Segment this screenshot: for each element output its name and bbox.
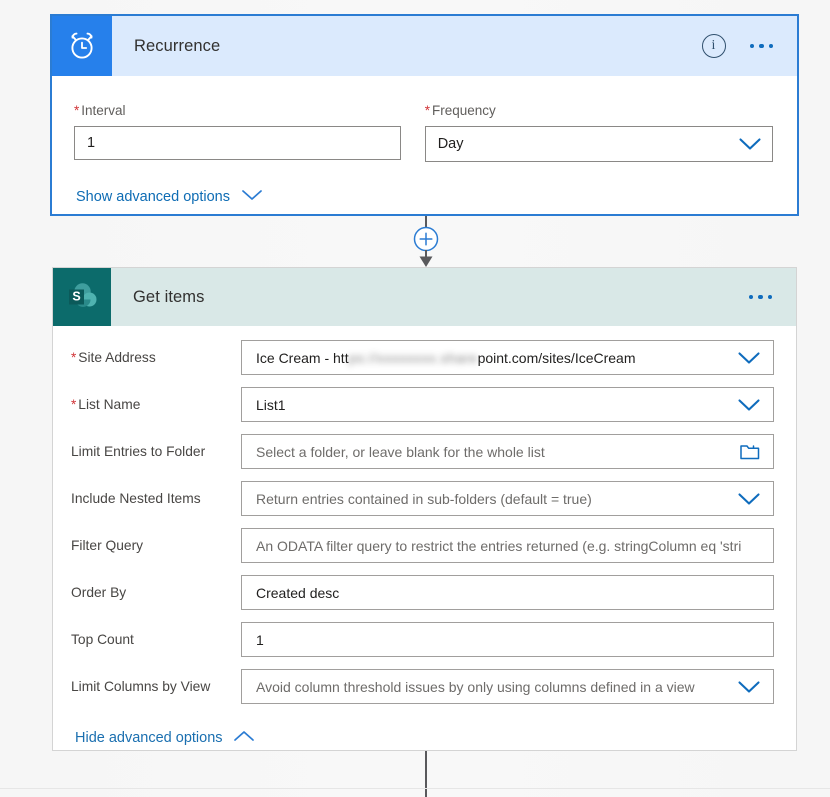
frequency-label: * Frequency <box>424 103 496 118</box>
limit-columns-by-view-dropdown[interactable]: Avoid column threshold issues by only us… <box>241 669 774 704</box>
sharepoint-icon: S <box>53 268 111 326</box>
top-count-input[interactable]: 1 <box>241 622 774 657</box>
chevron-down-icon[interactable] <box>737 351 761 365</box>
interval-label: * Interval <box>74 103 126 118</box>
limit-columns-by-view-label: Limit Columns by View <box>71 679 211 694</box>
add-step-plus-icon[interactable] <box>413 226 439 252</box>
get-items-more-menu-icon[interactable] <box>748 294 772 300</box>
show-advanced-options-link[interactable]: Show advanced options <box>76 189 263 205</box>
flow-designer-canvas: Recurrence i * Interval 1 * Frequency Da… <box>0 0 830 797</box>
get-items-card-header[interactable]: S Get items <box>53 268 796 326</box>
limit-entries-to-folder-row: Limit Entries to Folder Select a folder,… <box>71 434 774 469</box>
site-address-value-redacted: ps://xxxxxxxx.share <box>348 349 478 366</box>
limit-columns-by-view-placeholder: Avoid column threshold issues by only us… <box>256 678 695 695</box>
bottom-connector-line <box>425 751 427 797</box>
chevron-up-icon <box>233 730 255 746</box>
top-count-value: 1 <box>256 631 264 648</box>
interval-value: 1 <box>87 135 96 151</box>
frequency-field: * Frequency Day <box>424 103 773 162</box>
include-nested-items-label: Include Nested Items <box>71 491 201 506</box>
recurrence-action-card[interactable]: Recurrence i * Interval 1 * Frequency Da… <box>50 14 799 216</box>
frequency-value: Day <box>437 136 464 152</box>
chevron-down-icon[interactable] <box>737 680 761 694</box>
list-name-value: List1 <box>256 396 286 413</box>
site-address-value-suffix: point.com/sites/IceCream <box>477 349 636 366</box>
required-indicator: * <box>424 103 430 118</box>
limit-entries-to-folder-label: Limit Entries to Folder <box>71 444 206 459</box>
get-items-header-actions <box>748 294 797 300</box>
page-divider <box>0 788 830 789</box>
top-count-row: Top Count 1 <box>71 622 774 657</box>
interval-field: * Interval 1 <box>74 103 401 162</box>
recurrence-header-actions: i <box>701 34 798 58</box>
required-indicator: * <box>71 350 77 365</box>
include-nested-items-placeholder: Return entries contained in sub-folders … <box>256 490 592 507</box>
order-by-input[interactable]: Created desc <box>241 575 774 610</box>
list-name-row: * List Name List1 <box>71 387 774 422</box>
svg-text:S: S <box>72 290 80 304</box>
order-by-label: Order By <box>71 585 127 600</box>
frequency-dropdown[interactable]: Day <box>424 126 773 162</box>
order-by-row: Order By Created desc <box>71 575 774 610</box>
limit-entries-to-folder-placeholder: Select a folder, or leave blank for the … <box>256 443 545 460</box>
chevron-down-icon[interactable] <box>738 137 762 151</box>
limit-entries-to-folder-input[interactable]: Select a folder, or leave blank for the … <box>241 434 774 469</box>
recurrence-card-header[interactable]: Recurrence i <box>52 16 797 76</box>
list-name-dropdown[interactable]: List1 <box>241 387 774 422</box>
recurrence-body: * Interval 1 * Frequency Day Show advanc… <box>52 76 797 206</box>
chevron-down-icon[interactable] <box>737 492 761 506</box>
hide-advanced-options-link[interactable]: Hide advanced options <box>75 730 255 746</box>
top-count-label: Top Count <box>71 632 134 647</box>
get-items-body: * Site Address Ice Cream - htt ps://xxxxxx… <box>53 326 796 747</box>
filter-query-placeholder: An ODATA filter query to restrict the en… <box>256 537 742 554</box>
site-address-label: * Site Address <box>71 350 156 365</box>
include-nested-items-dropdown[interactable]: Return entries contained in sub-folders … <box>241 481 774 516</box>
filter-query-input[interactable]: An ODATA filter query to restrict the en… <box>241 528 774 563</box>
list-name-label: * List Name <box>71 397 141 412</box>
chevron-down-icon[interactable] <box>737 398 761 412</box>
show-advanced-options-label: Show advanced options <box>76 189 230 205</box>
recurrence-fields: * Interval 1 * Frequency Day <box>74 103 773 162</box>
filter-query-label: Filter Query <box>71 538 144 553</box>
folder-icon[interactable] <box>739 442 761 461</box>
info-icon[interactable]: i <box>701 34 726 58</box>
get-items-action-card[interactable]: S Get items * Site Address Ice Cream - ht… <box>52 267 797 751</box>
required-indicator: * <box>71 397 77 412</box>
get-items-title: Get items <box>133 287 205 306</box>
interval-input[interactable]: 1 <box>74 126 401 160</box>
limit-columns-by-view-row: Limit Columns by View Avoid column thres… <box>71 669 774 704</box>
filter-query-row: Filter Query An ODATA filter query to re… <box>71 528 774 563</box>
order-by-value: Created desc <box>256 584 340 601</box>
site-address-value-prefix: Ice Cream - htt <box>256 349 349 366</box>
required-indicator: * <box>74 103 80 118</box>
site-address-dropdown[interactable]: Ice Cream - htt ps://xxxxxxxx.share point.… <box>241 340 774 375</box>
alarm-clock-icon <box>52 16 112 76</box>
recurrence-title: Recurrence <box>134 36 221 55</box>
site-address-row: * Site Address Ice Cream - htt ps://xxxxxx… <box>71 340 774 375</box>
include-nested-items-row: Include Nested Items Return entries cont… <box>71 481 774 516</box>
chevron-down-icon <box>241 189 263 205</box>
recurrence-more-menu-icon[interactable] <box>749 43 773 49</box>
hide-advanced-options-label: Hide advanced options <box>75 730 223 746</box>
